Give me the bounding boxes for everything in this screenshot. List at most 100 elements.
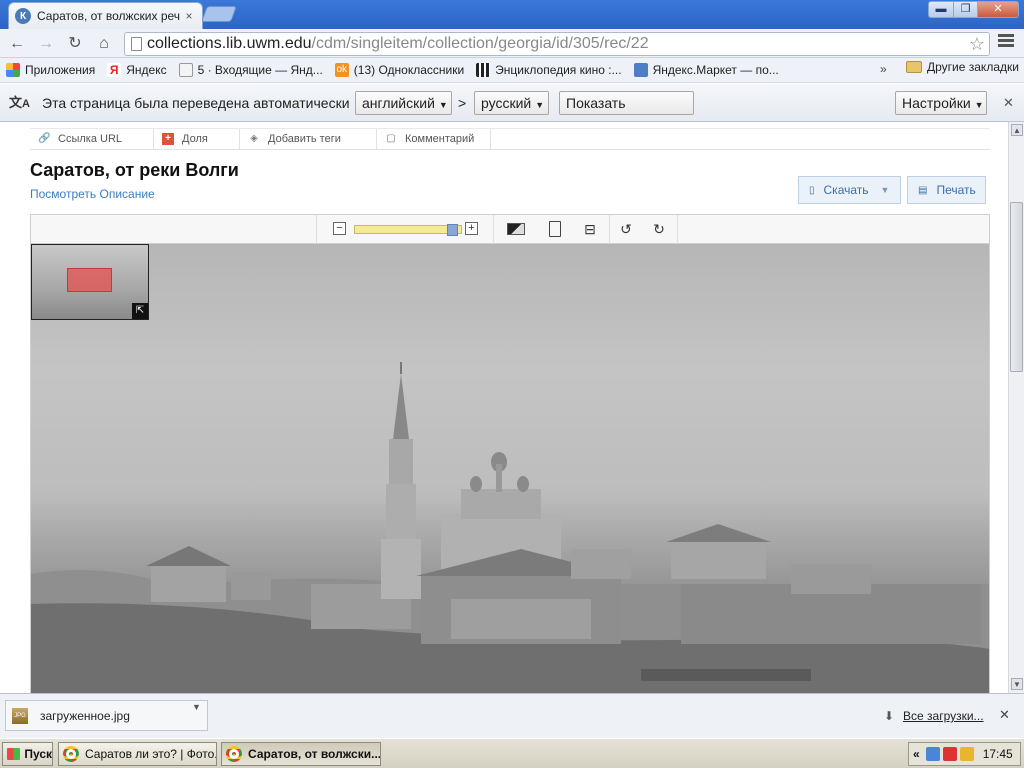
action-label: Ссылка URL [58,133,123,145]
fit-page-icon[interactable] [549,221,561,237]
home-icon[interactable]: ⌂ [94,34,114,54]
bookmarks-more-chevron-icon[interactable]: » [880,62,887,76]
taskbar-window-label: Саратов, от волжски... [248,747,381,761]
translate-settings-label: Настройки [902,95,971,111]
browser-toolbar: ← → ↻ ⌂ collections.lib.uwm.edu/cdm/sing… [0,29,1024,58]
bookmark-yandex[interactable]: Я Яндекс [107,63,167,77]
chrome-icon [226,746,242,762]
bookmark-label: Яндекс.Маркет — по... [652,63,779,77]
zoom-slider[interactable] [354,224,462,236]
scroll-down-arrow-icon[interactable]: ▼ [1011,678,1023,690]
network-icon[interactable] [925,747,940,761]
translate-message: Эта страница была переведена автоматичес… [42,95,350,111]
dropdown-arrow-icon: ▼ [535,100,545,110]
zoom-slider-handle[interactable] [447,224,458,236]
scroll-up-arrow-icon[interactable]: ▲ [1011,124,1023,136]
translate-settings-button[interactable]: Настройки ▼ [895,91,987,115]
target-language-select[interactable]: русский ▼ [474,91,549,115]
update-icon[interactable] [959,747,974,761]
download-options-arrow-icon[interactable]: ▼ [192,702,201,712]
all-downloads-link[interactable]: ⬇ Все загрузки... [884,709,984,723]
chrome-menu-icon[interactable] [998,34,1014,50]
other-bookmarks[interactable]: Другие закладки [906,60,1019,74]
market-icon [633,63,648,77]
url-path: /cdm/singleitem/collection/georgia/id/30… [311,35,649,52]
action-link-url[interactable]: 🔗 Ссылка URL [30,129,154,149]
start-label: Пуск [24,747,52,761]
view-description-link[interactable]: Посмотреть Описание [30,187,155,201]
close-window-button[interactable]: ✕ [977,1,1019,18]
navigator-collapse-icon[interactable]: ⇱ [132,303,148,319]
action-comment[interactable]: ▢ Комментарий [377,129,491,149]
downloads-shelf: JPG загруженное.jpg ▼ ⬇ Все загрузки... … [0,693,1024,738]
forward-arrow-icon[interactable]: → [36,34,56,54]
image-navigator-thumbnail[interactable]: ⇱ [31,244,149,320]
url-host: collections.lib.uwm.edu [147,35,312,52]
address-bar[interactable]: collections.lib.uwm.edu/cdm/singleitem/c… [124,32,990,56]
link-icon: 🔗 [38,133,51,144]
system-tray: « 17:45 [908,742,1021,766]
apps-grid-icon [6,63,20,77]
taskbar-window-1[interactable]: Саратов ли это? | Фото... [58,742,217,766]
rotate-right-icon[interactable]: ↻ [650,221,668,237]
show-original-button[interactable]: Показать оригинал [559,91,694,133]
photo-landscape-drawing [31,362,989,693]
windows-logo-icon [7,748,21,760]
maximize-button[interactable]: ❐ [953,1,978,18]
rotate-left-icon[interactable]: ↺ [617,221,635,237]
start-button[interactable]: Пуск [2,742,53,766]
action-share[interactable]: + Доля [154,129,240,149]
target-language-value: русский [481,95,532,111]
item-action-bar: 🔗 Ссылка URL + Доля ◈ Добавить теги ▢ Ко… [30,128,990,150]
download-button[interactable]: ▯ Скачать ▼ [798,176,901,204]
translate-close-icon[interactable]: ✕ [1003,95,1014,111]
image-viewer[interactable]: ⇱ [30,244,990,693]
zoom-out-icon[interactable]: − [333,222,346,235]
back-arrow-icon[interactable]: ← [7,34,27,54]
download-label: Скачать [823,183,869,197]
tray-expand-arrows-icon[interactable]: « [913,747,920,761]
comment-icon: ▢ [386,133,396,144]
minimize-button[interactable]: ▬ [928,1,954,18]
chrome-icon [63,746,79,762]
antivirus-icon[interactable] [942,747,957,761]
all-downloads-label: Все загрузки... [903,709,984,723]
fit-width-icon[interactable]: ⊟ [581,221,599,237]
scroll-thumb[interactable] [1010,202,1023,372]
clock: 17:45 [982,747,1013,761]
tab-title: Саратов, от волжских реч [37,9,181,23]
bookmark-apps[interactable]: Приложения [6,63,95,77]
bookmark-market[interactable]: Яндекс.Маркет — по... [633,63,779,77]
vertical-scrollbar[interactable]: ▲ ▼ [1008,122,1024,693]
bookmarks-bar: Приложения Я Яндекс 5 · Входящие — Янд..… [0,58,1024,83]
downloads-close-icon[interactable]: ✕ [999,707,1010,723]
navigator-viewport-box[interactable] [67,268,112,292]
image-viewer-toolbar: − + ⊟ ↺ ↻ [30,214,990,244]
os-taskbar: Пуск Саратов ли это? | Фото... Саратов, … [0,738,1024,768]
reload-icon[interactable]: ↻ [65,34,85,54]
action-label: Комментарий [405,133,475,145]
toolbar-divider [493,215,494,244]
jpg-file-icon: JPG [12,707,28,724]
bookmark-film[interactable]: Энциклопедия кино :... [476,63,622,77]
action-add-tags[interactable]: ◈ Добавить теги [240,129,377,149]
dropdown-arrow-icon: ▼ [974,100,984,110]
bookmark-odnoklassniki[interactable]: ok (13) Одноклассники [334,63,464,77]
historic-photo [31,244,989,693]
toolbar-divider [316,215,317,244]
browser-tab-active[interactable]: К Саратов, от волжских реч × [8,2,203,29]
zoom-in-icon[interactable]: + [465,222,478,235]
bookmark-mail[interactable]: 5 · Входящие — Янд... [178,63,323,77]
page-title: Саратов, от реки Волги [30,160,239,180]
taskbar-window-2[interactable]: Саратов, от волжски... [221,742,381,766]
bookmark-star-icon[interactable]: ☆ [969,34,985,55]
print-button[interactable]: ▤ Печать [907,176,986,204]
contrast-icon[interactable] [507,223,525,235]
download-item[interactable]: JPG загруженное.jpg [5,700,208,731]
tab-close-icon[interactable]: × [182,9,196,23]
toolbar-divider [609,215,610,244]
bookmark-label: Яндекс [126,63,167,77]
action-label: Добавить теги [268,133,341,145]
new-tab-button[interactable] [201,6,237,22]
source-language-select[interactable]: английский ▼ [355,91,452,115]
